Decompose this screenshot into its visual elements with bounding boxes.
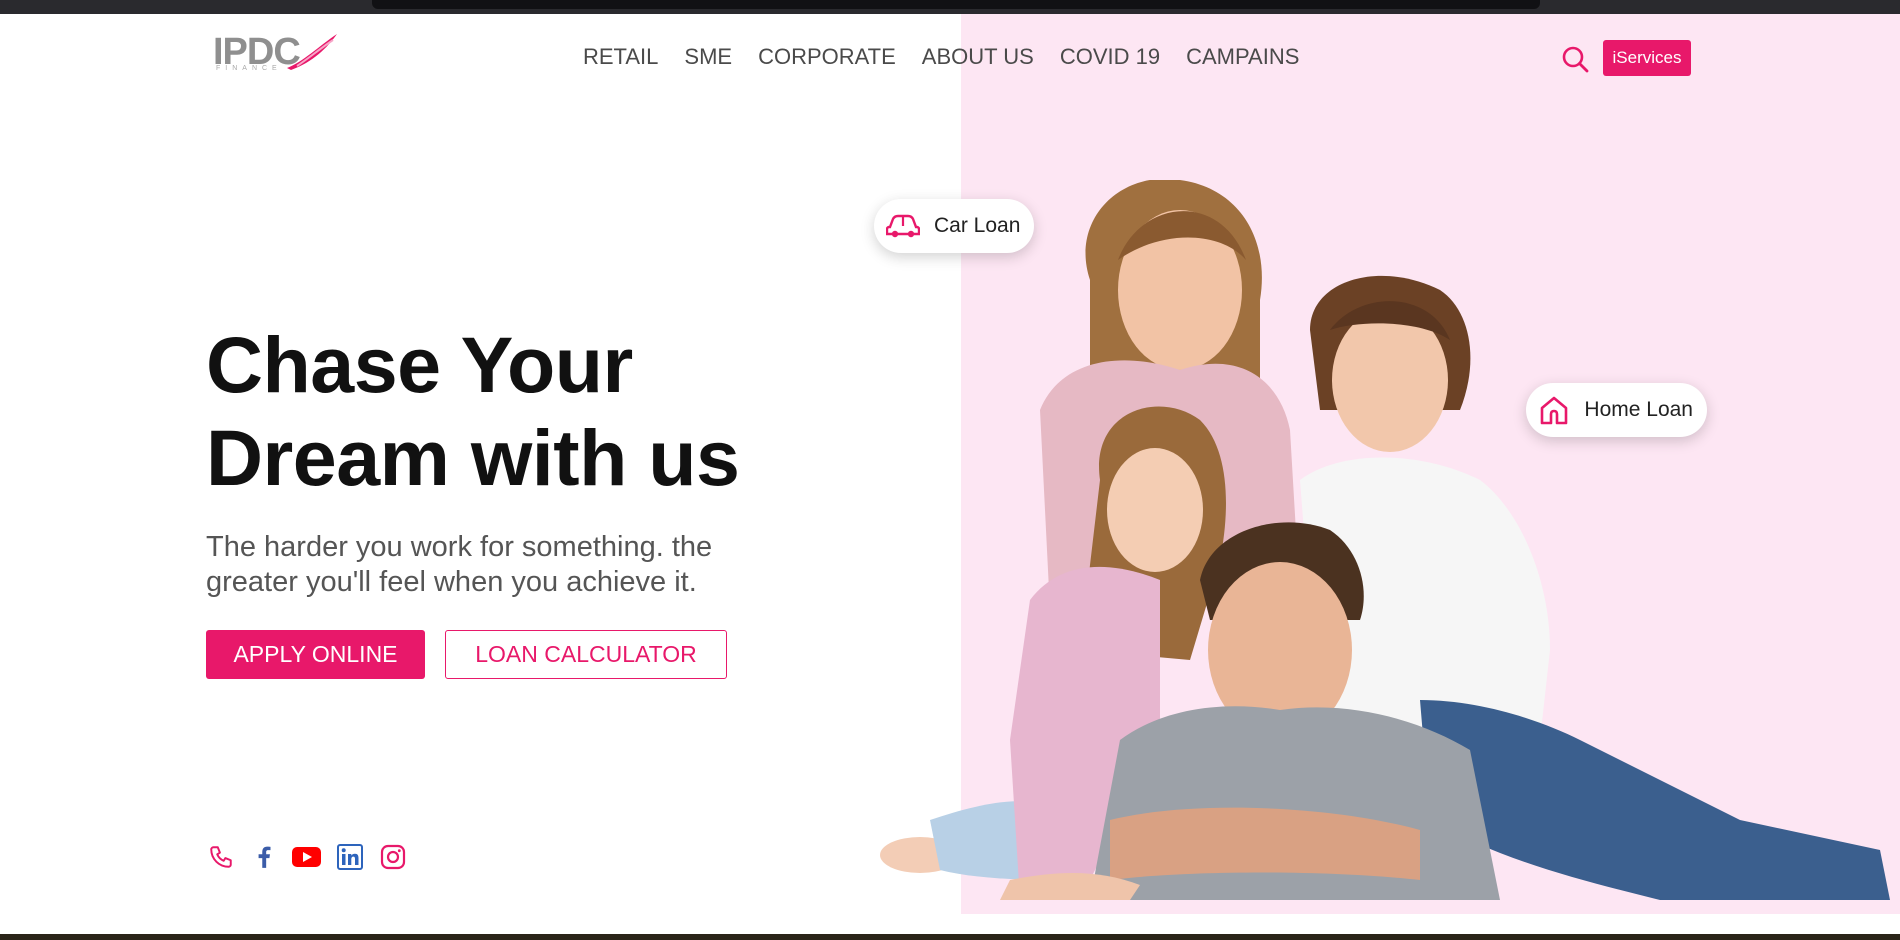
search-icon[interactable]	[1561, 45, 1589, 73]
nav-item-retail[interactable]: RETAIL	[570, 42, 671, 72]
facebook-icon[interactable]	[249, 842, 278, 871]
home-icon	[1538, 392, 1570, 428]
nav-item-campains[interactable]: CAMPAINS	[1173, 42, 1312, 72]
hero-headline-line-2: Dream with us	[206, 413, 740, 502]
car-icon	[886, 208, 920, 244]
nav-item-corporate[interactable]: CORPORATE	[745, 42, 909, 72]
car-loan-label: Car Loan	[934, 214, 1021, 237]
hero-headline-line-1: Chase Your	[206, 320, 633, 409]
nav-item-covid-19[interactable]: COVID 19	[1047, 42, 1173, 72]
loan-calculator-button[interactable]: LOAN CALCULATOR	[445, 630, 727, 679]
youtube-icon[interactable]	[292, 842, 321, 871]
logo-swoosh-icon	[287, 34, 337, 70]
browser-top-bar	[0, 0, 1900, 14]
family-photo	[880, 180, 1890, 900]
main-nav: RETAIL SME CORPORATE ABOUT US COVID 19 C…	[570, 42, 1312, 72]
logo-subtext: FINANCE	[216, 65, 282, 72]
apply-online-button[interactable]: APPLY ONLINE	[206, 630, 425, 679]
phone-icon[interactable]	[206, 842, 235, 871]
hero-subline: The harder you work for something. the g…	[206, 531, 713, 598]
home-loan-label: Home Loan	[1584, 398, 1693, 421]
linkedin-icon[interactable]	[335, 842, 364, 871]
social-links	[206, 842, 407, 871]
nav-item-about-us[interactable]: ABOUT US	[909, 42, 1047, 72]
nav-item-sme[interactable]: SME	[671, 42, 745, 72]
instagram-icon[interactable]	[378, 842, 407, 871]
browser-bottom-bar	[0, 934, 1900, 940]
ipdc-logo[interactable]: IPDC FINANCE	[213, 32, 338, 76]
browser-top-bar-inner	[372, 0, 1540, 9]
hero-headline: Chase Your Dream with us	[206, 318, 740, 504]
iservices-button[interactable]: iServices	[1603, 40, 1691, 76]
home-loan-pill[interactable]: Home Loan	[1526, 383, 1707, 437]
car-loan-pill[interactable]: Car Loan	[874, 199, 1034, 253]
